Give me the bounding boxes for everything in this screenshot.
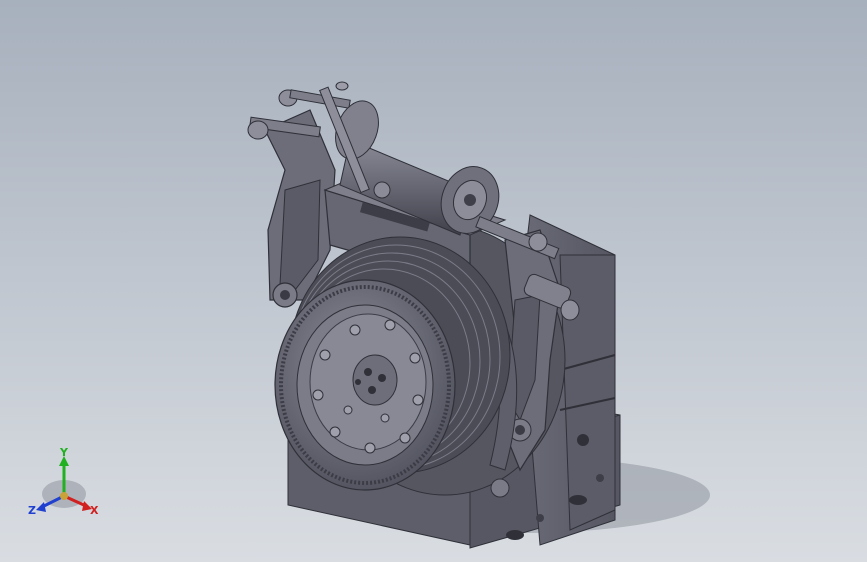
left-arm-pivot-pin bbox=[280, 290, 290, 300]
left-adjust-nut bbox=[247, 120, 269, 140]
base-hole bbox=[506, 530, 524, 540]
right-adjust-nut bbox=[528, 232, 548, 252]
right-arm-pivot-pin bbox=[515, 425, 525, 435]
z-axis-head bbox=[36, 502, 46, 512]
lever-knob bbox=[335, 81, 349, 91]
triad-origin bbox=[60, 492, 68, 500]
y-axis-label: Y bbox=[59, 446, 69, 459]
z-axis-label: Z bbox=[28, 504, 36, 517]
base-bolt bbox=[536, 514, 544, 522]
lever-pivot bbox=[373, 181, 391, 199]
right-adjust-nut bbox=[560, 299, 580, 321]
x-axis-label: X bbox=[90, 504, 99, 517]
graphics-viewport[interactable]: Y X Z bbox=[0, 0, 867, 562]
base-hole bbox=[569, 495, 587, 505]
housing-bolt-hole bbox=[577, 434, 589, 446]
coordinate-triad: Y X Z bbox=[28, 446, 99, 517]
right-lower-pivot bbox=[490, 478, 510, 498]
brake-disc bbox=[274, 279, 456, 491]
base-bolt bbox=[596, 474, 604, 482]
traction-machine-model[interactable] bbox=[0, 0, 867, 562]
